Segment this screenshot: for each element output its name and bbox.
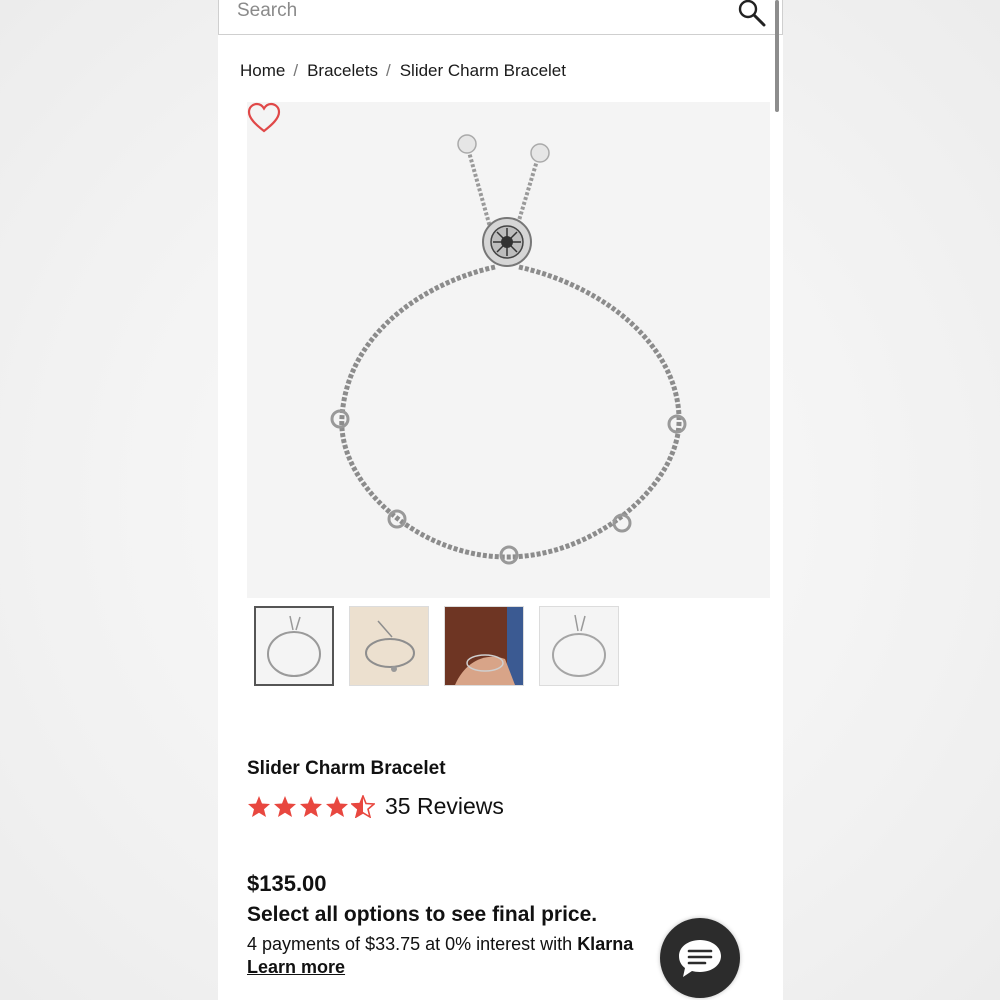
- breadcrumb: Home / Bracelets / Slider Charm Bracelet: [240, 61, 566, 81]
- scrollbar[interactable]: [775, 0, 779, 112]
- klarna-brand: Klarna: [577, 934, 634, 954]
- bracelet-image: [330, 134, 687, 565]
- reviews-link[interactable]: 35 Reviews: [385, 793, 504, 820]
- chat-bubble-icon: [679, 940, 721, 977]
- breadcrumb-current: Slider Charm Bracelet: [399, 61, 566, 80]
- thumbnail-bracelet-alt[interactable]: [539, 606, 619, 686]
- installment-text: 4 payments of $33.75 at 0% interest with…: [247, 934, 633, 955]
- star-half-icon: [351, 795, 375, 818]
- search-input[interactable]: [237, 0, 697, 24]
- product-title: Slider Charm Bracelet: [247, 758, 446, 779]
- breadcrumb-bracelets[interactable]: Bracelets: [307, 61, 378, 81]
- star-full-icon: [326, 796, 348, 817]
- star-full-icon: [300, 796, 322, 817]
- star-rating: [247, 795, 375, 818]
- thumbnail-image: [267, 615, 321, 677]
- breadcrumb-separator: /: [385, 61, 391, 80]
- heart-icon[interactable]: [247, 102, 281, 134]
- options-note: Select all options to see final price.: [247, 903, 598, 926]
- thumbnail-bracelet-front[interactable]: [254, 606, 334, 686]
- breadcrumb-home[interactable]: Home: [240, 61, 285, 81]
- thumbnail-image: [350, 607, 428, 685]
- thumbnail-image: [445, 607, 523, 685]
- rating-summary[interactable]: 35 Reviews: [247, 793, 504, 820]
- thumbnail-bracelet-on-wrist[interactable]: [444, 606, 524, 686]
- breadcrumb-separator: /: [293, 61, 299, 80]
- product-page: Home / Bracelets / Slider Charm Bracelet: [218, 0, 783, 1000]
- star-full-icon: [248, 796, 270, 817]
- product-price: $135.00: [247, 871, 327, 896]
- thumbnail-image: [552, 614, 606, 677]
- main-product-image[interactable]: [247, 102, 770, 598]
- thumbnail-strip: [254, 606, 619, 686]
- search-icon[interactable]: [737, 0, 767, 28]
- chat-button[interactable]: [660, 918, 740, 998]
- learn-more-link[interactable]: Learn more: [247, 957, 345, 978]
- installment-details: 4 payments of $33.75 at 0% interest with: [247, 934, 578, 954]
- search-bar: [218, 0, 783, 35]
- star-full-icon: [274, 796, 296, 817]
- thumbnail-bracelet-lifestyle[interactable]: [349, 606, 429, 686]
